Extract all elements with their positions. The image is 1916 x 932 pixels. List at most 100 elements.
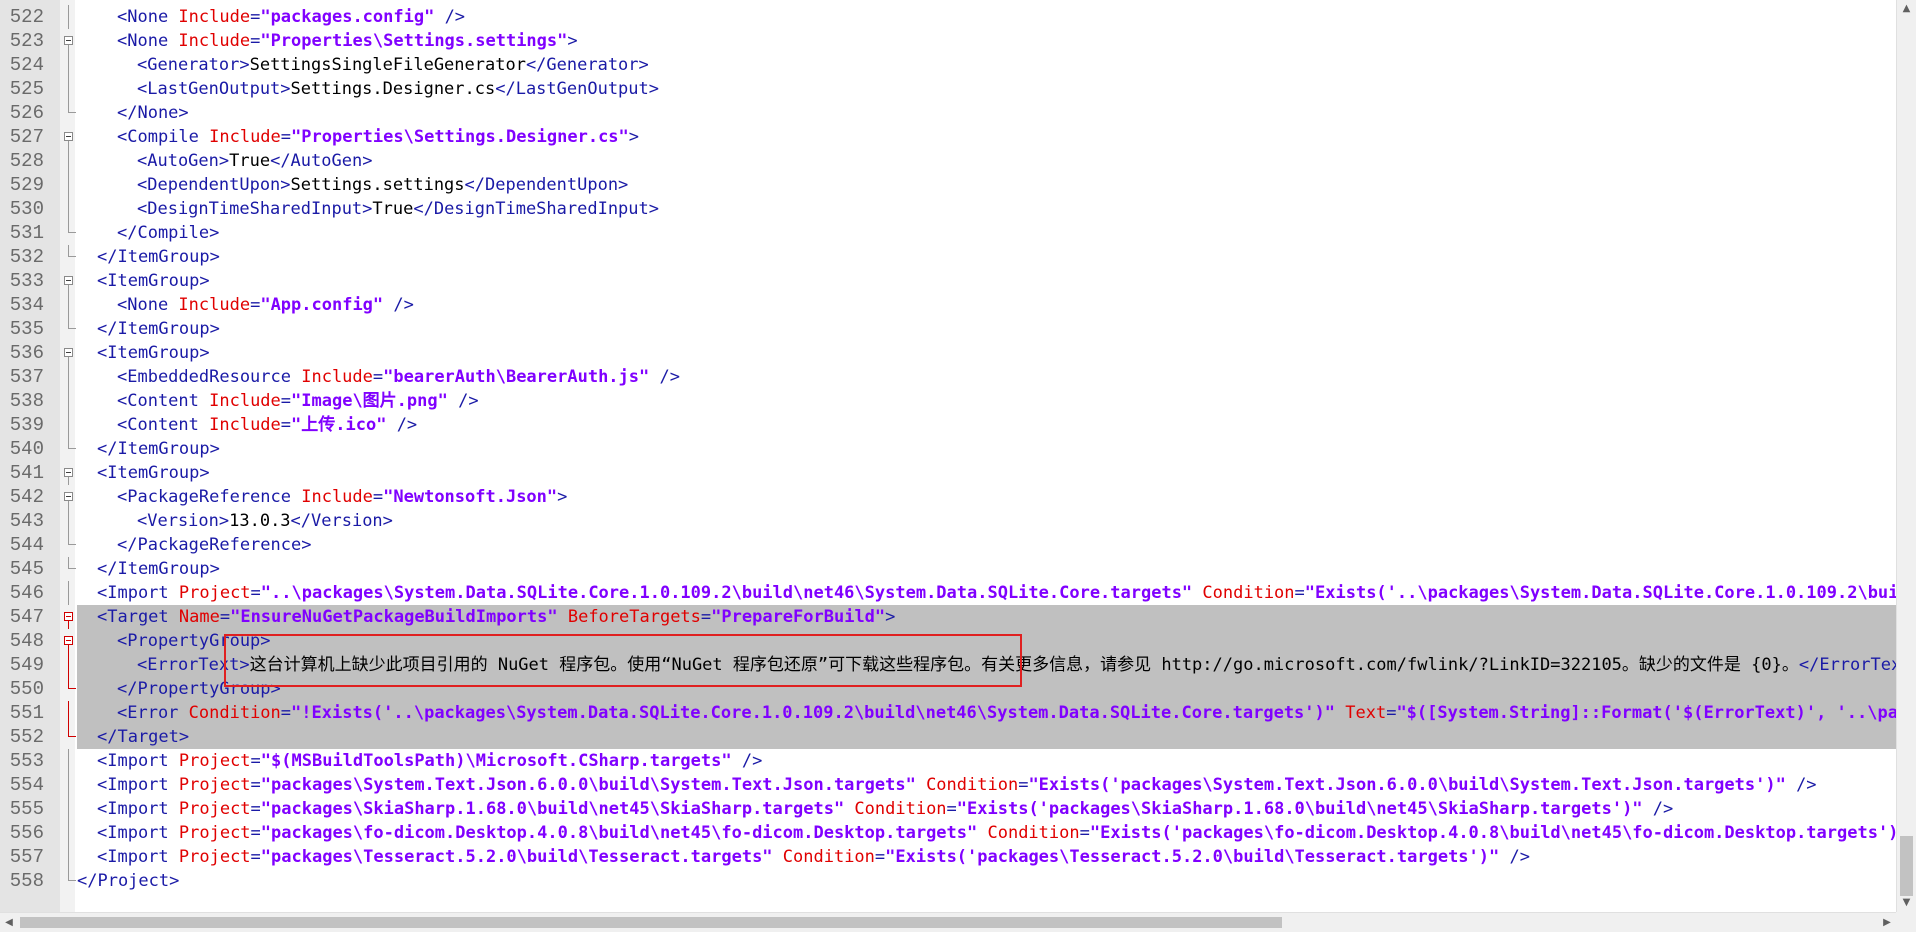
code-line[interactable]: 545 </ItemGroup> — [0, 557, 1896, 581]
code-text[interactable]: <Import Project="..\packages\System.Data… — [77, 581, 1896, 605]
token-str: "Newtonsoft.Json" — [383, 487, 558, 507]
code-editor[interactable]: 522 <None Include="packages.config" /> 523… — [0, 0, 1916, 932]
code-text[interactable]: <None Include="Properties\Settings.setti… — [77, 29, 1896, 53]
code-text[interactable]: <Import Project="$(MSBuildToolsPath)\Mic… — [77, 749, 1896, 773]
code-text[interactable]: <ItemGroup> — [77, 341, 1896, 365]
token-eq: = — [280, 391, 292, 411]
code-line[interactable]: 522 <None Include="packages.config" /> — [0, 5, 1896, 29]
code-text[interactable]: <ItemGroup> — [77, 461, 1896, 485]
fold-end-guide — [68, 101, 76, 113]
minus-box-icon[interactable] — [64, 132, 73, 141]
code-line[interactable]: 531 </Compile> — [0, 221, 1896, 245]
code-line[interactable]: 551 <Error Condition="!Exists('..\package… — [0, 701, 1896, 725]
horizontal-scroll-thumb[interactable] — [20, 917, 1282, 928]
code-line[interactable]: 536 <ItemGroup> — [0, 341, 1896, 365]
code-text[interactable]: <LastGenOutput>Settings.Designer.cs</Las… — [77, 77, 1896, 101]
code-line[interactable]: 533 <ItemGroup> — [0, 269, 1896, 293]
fold-guide — [68, 197, 69, 221]
code-line[interactable]: 557 <Import Project="packages\Tesseract.5… — [0, 845, 1896, 869]
code-text[interactable]: </Project> — [77, 869, 1896, 893]
token-tag: <Target — [97, 607, 179, 627]
minus-box-icon[interactable] — [64, 348, 73, 357]
code-line[interactable]: 538 <Content Include="Image\图片.png" /> — [0, 389, 1896, 413]
code-text[interactable]: </ItemGroup> — [77, 317, 1896, 341]
code-text[interactable]: <DependentUpon>Settings.settings</Depend… — [77, 173, 1896, 197]
code-line[interactable]: 547 <Target Name="EnsureNuGetPackageBuild… — [0, 605, 1896, 629]
token-tag: </ItemGroup> — [97, 247, 220, 267]
code-line[interactable]: 552 </Target> — [0, 725, 1896, 749]
code-text[interactable]: <Version>13.0.3</Version> — [77, 509, 1896, 533]
minus-box-icon[interactable] — [64, 276, 73, 285]
scroll-right-icon[interactable]: ▶ — [1878, 913, 1896, 932]
code-line[interactable]: 544 </PackageReference> — [0, 533, 1896, 557]
code-text[interactable]: <DesignTimeSharedInput>True</DesignTimeS… — [77, 197, 1896, 221]
code-text[interactable]: <Generator>SettingsSingleFileGenerator</… — [77, 53, 1896, 77]
token-tag: <None — [117, 7, 179, 27]
code-text[interactable]: <Import Project="packages\SkiaSharp.1.68… — [77, 797, 1896, 821]
code-line[interactable]: 541 <ItemGroup> — [0, 461, 1896, 485]
code-line[interactable]: 525 <LastGenOutput>Settings.Designer.cs</… — [0, 77, 1896, 101]
token-tag: <LastGenOutput> — [137, 79, 291, 99]
code-text[interactable]: <Import Project="packages\fo-dicom.Deskt… — [77, 821, 1896, 845]
code-line[interactable]: 542 <PackageReference Include="Newtonsoft… — [0, 485, 1896, 509]
code-line[interactable]: 543 <Version>13.0.3</Version> — [0, 509, 1896, 533]
code-line[interactable]: 540 </ItemGroup> — [0, 437, 1896, 461]
code-text[interactable]: <AutoGen>True</AutoGen> — [77, 149, 1896, 173]
scroll-up-icon[interactable]: ▲ — [1897, 0, 1916, 18]
minus-box-icon[interactable] — [64, 636, 73, 645]
code-text[interactable]: <PackageReference Include="Newtonsoft.Js… — [77, 485, 1896, 509]
code-line[interactable]: 546 <Import Project="..\packages\System.D… — [0, 581, 1896, 605]
code-area[interactable]: 522 <None Include="packages.config" /> 523… — [0, 5, 1896, 910]
code-line[interactable]: 529 <DependentUpon>Settings.settings</Dep… — [0, 173, 1896, 197]
code-line[interactable]: 527 <Compile Include="Properties\Settings… — [0, 125, 1896, 149]
token-eq: = — [946, 799, 957, 819]
code-line[interactable]: 556 <Import Project="packages\fo-dicom.De… — [0, 821, 1896, 845]
code-line[interactable]: 534 <None Include="App.config" /> — [0, 293, 1896, 317]
code-line[interactable]: 555 <Import Project="packages\SkiaSharp.1… — [0, 797, 1896, 821]
minus-box-icon[interactable] — [64, 468, 73, 477]
code-line[interactable]: 553 <Import Project="$(MSBuildToolsPath)\… — [0, 749, 1896, 773]
code-text[interactable]: </Target> — [77, 725, 1896, 749]
horizontal-scrollbar[interactable]: ◀ ▶ — [0, 912, 1896, 932]
code-line[interactable]: 535 </ItemGroup> — [0, 317, 1896, 341]
code-text[interactable]: </None> — [77, 101, 1896, 125]
code-text[interactable]: <Import Project="packages\System.Text.Js… — [77, 773, 1896, 797]
code-text[interactable]: </ItemGroup> — [77, 437, 1896, 461]
fold-end-guide — [68, 533, 76, 545]
code-line[interactable]: 537 <EmbeddedResource Include="bearerAuth… — [0, 365, 1896, 389]
fold-guide — [68, 389, 69, 413]
code-line[interactable]: 524 <Generator>SettingsSingleFileGenerato… — [0, 53, 1896, 77]
code-text[interactable]: <EmbeddedResource Include="bearerAuth\Be… — [77, 365, 1896, 389]
minus-box-icon[interactable] — [64, 36, 73, 45]
code-text[interactable]: <ItemGroup> — [77, 269, 1896, 293]
vertical-scrollbar[interactable]: ▲ ▼ — [1896, 0, 1916, 912]
minus-box-icon[interactable] — [64, 492, 73, 501]
code-line[interactable]: 558 </Project> — [0, 869, 1896, 893]
token-attr: Condition — [844, 799, 947, 819]
minus-box-icon[interactable] — [64, 612, 73, 621]
code-text[interactable]: <None Include="packages.config" /> — [77, 5, 1896, 29]
code-text[interactable]: <Import Project="packages\Tesseract.5.2.… — [77, 845, 1896, 869]
code-text[interactable]: </ItemGroup> — [77, 245, 1896, 269]
code-line[interactable]: 554 <Import Project="packages\System.Text… — [0, 773, 1896, 797]
code-text[interactable]: </PackageReference> — [77, 533, 1896, 557]
code-text[interactable]: </ItemGroup> — [77, 557, 1896, 581]
scroll-down-icon[interactable]: ▼ — [1897, 894, 1916, 912]
code-line[interactable]: 530 <DesignTimeSharedInput>True</DesignTi… — [0, 197, 1896, 221]
code-line[interactable]: 528 <AutoGen>True</AutoGen> — [0, 149, 1896, 173]
code-line[interactable]: 539 <Content Include="上传.ico" /> — [0, 413, 1896, 437]
code-line[interactable]: 532 </ItemGroup> — [0, 245, 1896, 269]
code-text[interactable]: <Content Include="上传.ico" /> — [77, 413, 1896, 437]
code-line[interactable]: 523 <None Include="Properties\Settings.se… — [0, 29, 1896, 53]
code-line[interactable]: 526 </None> — [0, 101, 1896, 125]
code-text[interactable]: <Compile Include="Properties\Settings.De… — [77, 125, 1896, 149]
fold-end-guide — [68, 437, 76, 449]
code-text[interactable]: <Target Name="EnsureNuGetPackageBuildImp… — [77, 605, 1896, 629]
code-text[interactable]: <Content Include="Image\图片.png" /> — [77, 389, 1896, 413]
code-text[interactable]: <None Include="App.config" /> — [77, 293, 1896, 317]
code-text[interactable]: </Compile> — [77, 221, 1896, 245]
vertical-scroll-thumb[interactable] — [1900, 836, 1913, 896]
code-text[interactable]: <Error Condition="!Exists('..\packages\S… — [77, 701, 1896, 725]
token-str: "packages.config" — [260, 7, 435, 27]
scroll-left-icon[interactable]: ◀ — [0, 913, 18, 932]
